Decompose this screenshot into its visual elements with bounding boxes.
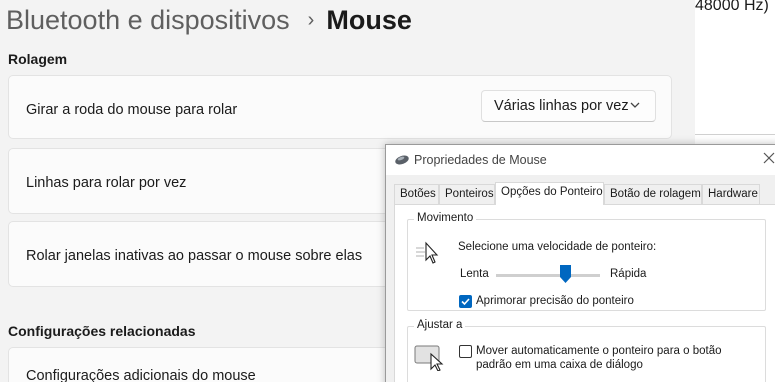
tab-scroll-button[interactable]: Botão de rolagem — [604, 184, 702, 204]
motion-group-title: Movimento — [414, 212, 477, 224]
snap-to-group-title: Ajustar a — [414, 319, 466, 331]
close-icon[interactable] — [763, 152, 775, 164]
pointer-speed-slider[interactable] — [496, 274, 600, 277]
tab-panel-pointer-options: Movimento Selecione uma velocidade de po… — [394, 204, 775, 382]
slow-label: Lenta — [460, 268, 489, 280]
scroll-mode-dropdown[interactable]: Várias linhas por vez — [481, 90, 656, 122]
breadcrumb-parent-link[interactable]: Bluetooth e dispositivos — [6, 5, 290, 36]
page-title: Mouse — [326, 4, 412, 35]
snap-to-default-label-line1: Mover automaticamente o ponteiro para o … — [476, 345, 722, 357]
pointer-speed-slider-thumb[interactable] — [560, 265, 572, 283]
dialog-title: Propriedades de Mouse — [414, 153, 547, 167]
setting-row-wheel-scroll: Girar a roda do mouse para rolar Várias … — [8, 75, 672, 139]
setting-label-wheel-scroll: Girar a roda do mouse para rolar — [26, 102, 238, 118]
check-icon — [461, 298, 470, 306]
background-window-text: 48000 Hz) — [695, 0, 769, 14]
section-heading-related: Configurações relacionadas — [8, 323, 196, 339]
tab-hardware[interactable]: Hardware — [702, 184, 760, 204]
dialog-titlebar[interactable]: Propriedades de Mouse — [386, 145, 775, 175]
pointer-speed-icon — [416, 241, 439, 264]
setting-label-inactive-scroll: Rolar janelas inativas ao passar o mouse… — [26, 248, 363, 264]
breadcrumb-separator-icon: › — [307, 8, 315, 31]
setting-label-lines-per-scroll: Linhas para rolar por vez — [26, 175, 187, 191]
motion-group: Movimento Selecione uma velocidade de po… — [407, 212, 766, 311]
snap-to-default-label-line2: padrão em uma caixa de diálogo — [476, 359, 643, 371]
tab-pointers[interactable]: Ponteiros — [439, 184, 495, 204]
snap-to-default-checkbox[interactable] — [459, 345, 472, 358]
mouse-properties-dialog: Propriedades de Mouse Botões Ponteiros O… — [385, 144, 775, 382]
chevron-down-icon — [630, 102, 640, 108]
mouse-icon — [395, 155, 409, 165]
setting-label-additional-mouse: Configurações adicionais do mouse — [26, 368, 256, 382]
tab-pointer-options[interactable]: Opções do Ponteiro — [495, 182, 604, 205]
tab-buttons[interactable]: Botões — [394, 184, 439, 204]
enhance-precision-checkbox[interactable] — [459, 295, 472, 308]
snap-to-group: Ajustar a Mover automaticamente o pontei… — [407, 319, 766, 382]
divider — [695, 134, 775, 135]
scroll-mode-value: Várias linhas por vez — [494, 98, 629, 114]
breadcrumb: Bluetooth e dispositivos › Mouse — [6, 2, 412, 38]
snap-to-button-icon — [414, 345, 444, 371]
pointer-speed-prompt: Selecione uma velocidade de ponteiro: — [458, 241, 657, 253]
section-heading-scrolling: Rolagem — [8, 51, 68, 67]
fast-label: Rápida — [610, 268, 647, 280]
enhance-precision-label: Aprimorar precisão do ponteiro — [476, 295, 634, 307]
